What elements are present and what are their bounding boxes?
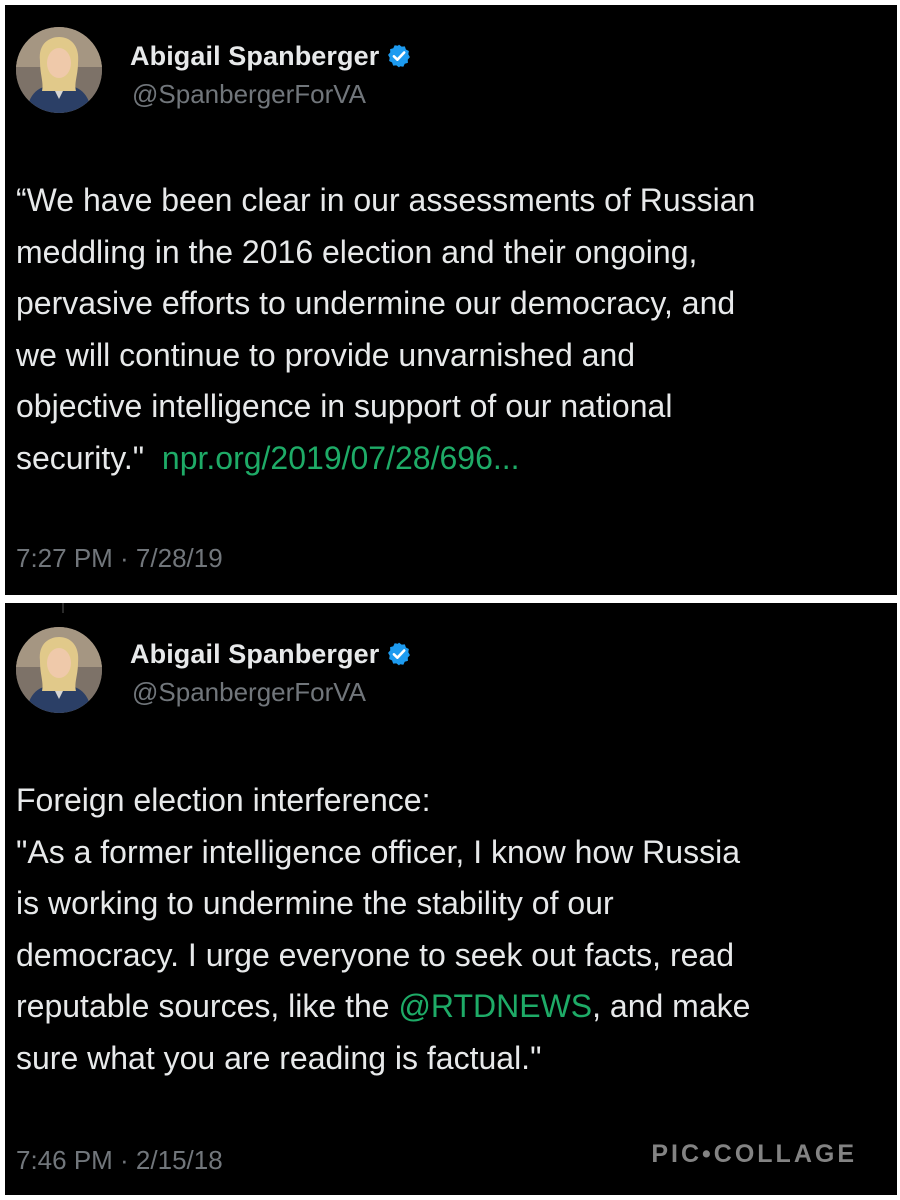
verified-badge-icon bbox=[386, 43, 412, 69]
tweet-card-2[interactable]: Abigail Spanberger @SpanbergerForVA Fore… bbox=[5, 603, 897, 1195]
pic-collage-watermark: PIC•COLLAGE bbox=[651, 1140, 857, 1168]
author-handle[interactable]: @SpanbergerForVA bbox=[132, 677, 366, 708]
author-name-row: Abigail Spanberger bbox=[130, 39, 412, 73]
display-name[interactable]: Abigail Spanberger bbox=[130, 41, 379, 72]
tweet-timestamp[interactable]: 7:46 PM · 2/15/18 bbox=[16, 1145, 223, 1176]
verified-badge-icon bbox=[386, 641, 412, 667]
author-handle[interactable]: @SpanbergerForVA bbox=[132, 79, 366, 110]
panel-divider-mark bbox=[62, 603, 64, 613]
tweet-mention[interactable]: @RTDNEWS bbox=[398, 988, 592, 1024]
tweet-text: Foreign election interference: "As a for… bbox=[16, 775, 886, 1084]
avatar[interactable] bbox=[16, 627, 102, 713]
avatar[interactable] bbox=[16, 27, 102, 113]
tweet-card-1[interactable]: Abigail Spanberger @SpanbergerForVA “We … bbox=[5, 5, 897, 595]
display-name[interactable]: Abigail Spanberger bbox=[130, 639, 379, 670]
author-name-row: Abigail Spanberger bbox=[130, 637, 412, 671]
tweet-text-body: “We have been clear in our assessments o… bbox=[16, 182, 756, 476]
tweet-text: “We have been clear in our assessments o… bbox=[16, 175, 886, 484]
tweet-link[interactable]: npr.org/2019/07/28/696... bbox=[162, 440, 520, 476]
tweet-timestamp[interactable]: 7:27 PM · 7/28/19 bbox=[16, 543, 223, 574]
